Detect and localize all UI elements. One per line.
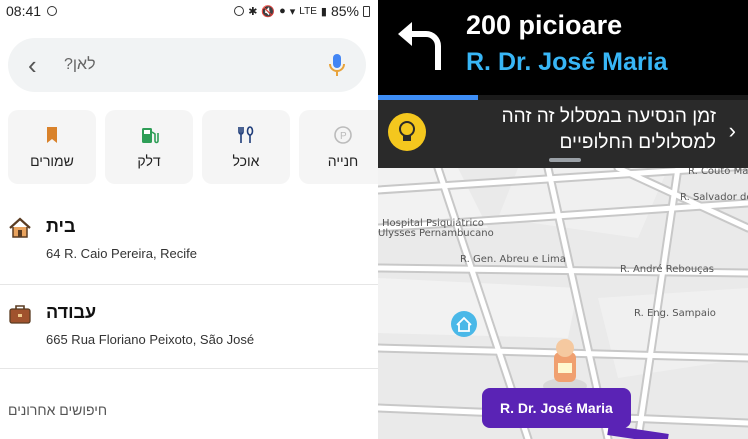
home-icon [9, 217, 31, 238]
waze-notification-icon [47, 6, 58, 16]
category-saved-label: שמורים [30, 153, 74, 169]
turn-left-arrow-icon [398, 22, 441, 70]
search-panel: 08:41 ✱ 🔇 ● ▾ LTE ▮ 85% ‹ לאן? שמורים דל… [0, 0, 378, 439]
home-marker-icon[interactable] [451, 311, 477, 337]
fuel-icon [142, 128, 159, 144]
battery-percent: 85% [330, 3, 359, 19]
navigation-panel: Hospital Psiquiátrico Ulysses Pernambuca… [378, 0, 748, 439]
map-label-abreu: R. Gen. Abreu e Lima [460, 254, 566, 265]
svg-text:P: P [340, 131, 347, 142]
map-label-sampaio: R. Eng. Sampaio [634, 308, 716, 319]
category-fuel[interactable]: דלק [105, 110, 193, 184]
chevron-right-icon[interactable]: › [729, 118, 736, 144]
category-food-label: אוכל [232, 153, 260, 169]
divider [0, 368, 378, 369]
microphone-icon[interactable] [328, 51, 346, 79]
bookmark-icon [47, 127, 57, 143]
route-notice-text: זמן הנסיעה במסלול זה זהה למסלולים החלופי… [501, 106, 716, 153]
mute-icon: 🔇 [261, 5, 276, 18]
drag-handle[interactable] [549, 158, 581, 162]
search-bar[interactable]: ‹ לאן? [8, 38, 366, 92]
search-input[interactable]: לאן? [64, 56, 328, 74]
lightbulb-icon [388, 113, 426, 151]
category-saved[interactable]: שמורים [8, 110, 96, 184]
signal-icon: ▮ [320, 5, 327, 18]
wifi-icon: ▾ [289, 5, 296, 18]
status-time: 08:41 [6, 3, 42, 19]
network-label: LTE [299, 5, 317, 17]
turn-street-name: R. Dr. José Maria [466, 48, 668, 76]
category-fuel-label: דלק [137, 153, 161, 169]
divider [0, 284, 378, 285]
turn-distance: 200 picioare [466, 10, 623, 40]
home-title: בית [46, 216, 76, 236]
map-label-hospital-2: Ulysses Pernambucano [378, 228, 494, 239]
parking-icon: P [334, 126, 352, 144]
location-icon: ● [279, 5, 286, 17]
search-input-wrap: לאן? [52, 56, 328, 74]
map-label-reboucas: R. André Rebouças [620, 264, 714, 275]
favorite-work[interactable]: עבודה 665 Rua Floriano Peixoto, São José [0, 286, 378, 366]
bluetooth-icon: ✱ [248, 5, 258, 18]
recent-searches-label: חיפושים אחרונים [8, 402, 108, 418]
map-label-salvador: R. Salvador de [680, 192, 748, 203]
category-food[interactable]: אוכל [202, 110, 290, 184]
status-bar: 08:41 ✱ 🔇 ● ▾ LTE ▮ 85% [0, 0, 378, 22]
category-row: שמורים דלק אוכל P חנייה [8, 110, 378, 184]
category-parking-label: חנייה [327, 153, 359, 169]
battery-icon [363, 5, 370, 17]
briefcase-icon [9, 305, 31, 324]
work-title: עבודה [46, 302, 97, 322]
route-notice[interactable]: זמן הנסיעה במסלול זה זהה למסלולים החלופי… [378, 100, 748, 168]
food-icon [238, 126, 254, 143]
home-address: 64 R. Caio Pereira, Recife [46, 246, 198, 261]
current-street-pill: R. Dr. José Maria [482, 388, 631, 428]
alarm-icon [234, 6, 245, 16]
favorite-home[interactable]: בית 64 R. Caio Pereira, Recife [0, 200, 378, 280]
turn-instruction-banner[interactable]: 200 picioare R. Dr. José Maria [378, 0, 748, 95]
category-parking[interactable]: P חנייה [299, 110, 378, 184]
work-address: 665 Rua Floriano Peixoto, São José [46, 332, 255, 347]
back-chevron-icon[interactable]: ‹ [28, 50, 52, 81]
